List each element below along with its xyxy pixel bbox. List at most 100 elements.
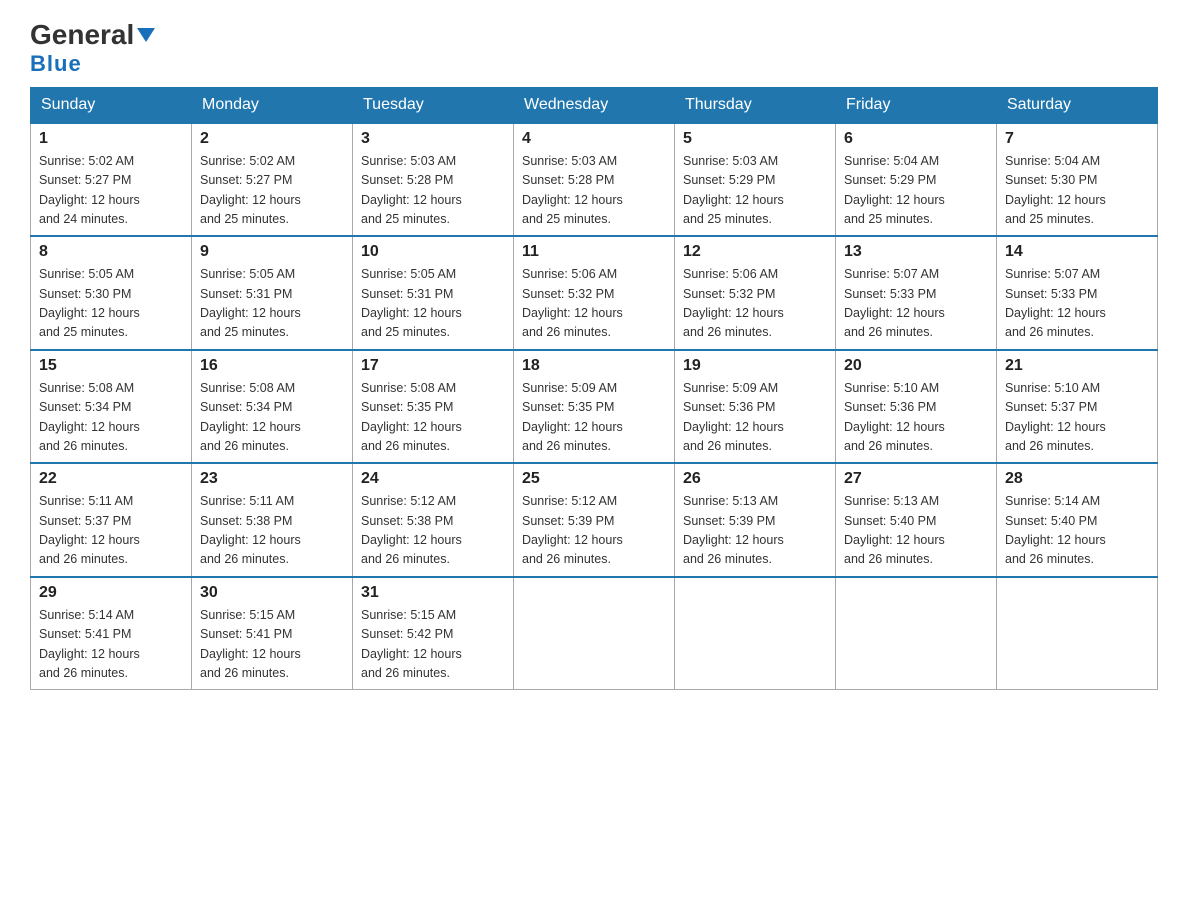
calendar-table: SundayMondayTuesdayWednesdayThursdayFrid… xyxy=(30,87,1158,691)
day-cell-22: 22 Sunrise: 5:11 AMSunset: 5:37 PMDaylig… xyxy=(31,463,192,577)
day-info: Sunrise: 5:15 AMSunset: 5:41 PMDaylight:… xyxy=(200,606,344,684)
week-row-1: 1 Sunrise: 5:02 AMSunset: 5:27 PMDayligh… xyxy=(31,123,1158,237)
day-number: 4 xyxy=(522,130,666,148)
day-cell-19: 19 Sunrise: 5:09 AMSunset: 5:36 PMDaylig… xyxy=(675,350,836,464)
day-info: Sunrise: 5:13 AMSunset: 5:39 PMDaylight:… xyxy=(683,492,827,570)
col-header-thursday: Thursday xyxy=(675,87,836,123)
logo-line2: Blue xyxy=(30,51,82,77)
day-number: 2 xyxy=(200,130,344,148)
day-cell-16: 16 Sunrise: 5:08 AMSunset: 5:34 PMDaylig… xyxy=(192,350,353,464)
day-number: 15 xyxy=(39,357,183,375)
day-number: 9 xyxy=(200,243,344,261)
day-number: 5 xyxy=(683,130,827,148)
day-info: Sunrise: 5:04 AMSunset: 5:30 PMDaylight:… xyxy=(1005,152,1149,230)
day-number: 24 xyxy=(361,470,505,488)
day-cell-26: 26 Sunrise: 5:13 AMSunset: 5:39 PMDaylig… xyxy=(675,463,836,577)
day-info: Sunrise: 5:10 AMSunset: 5:37 PMDaylight:… xyxy=(1005,379,1149,457)
day-cell-3: 3 Sunrise: 5:03 AMSunset: 5:28 PMDayligh… xyxy=(353,123,514,237)
day-cell-4: 4 Sunrise: 5:03 AMSunset: 5:28 PMDayligh… xyxy=(514,123,675,237)
day-info: Sunrise: 5:06 AMSunset: 5:32 PMDaylight:… xyxy=(683,265,827,343)
day-number: 12 xyxy=(683,243,827,261)
day-cell-11: 11 Sunrise: 5:06 AMSunset: 5:32 PMDaylig… xyxy=(514,236,675,350)
day-cell-30: 30 Sunrise: 5:15 AMSunset: 5:41 PMDaylig… xyxy=(192,577,353,690)
day-info: Sunrise: 5:03 AMSunset: 5:29 PMDaylight:… xyxy=(683,152,827,230)
day-cell-12: 12 Sunrise: 5:06 AMSunset: 5:32 PMDaylig… xyxy=(675,236,836,350)
empty-cell xyxy=(997,577,1158,690)
empty-cell xyxy=(836,577,997,690)
day-number: 20 xyxy=(844,357,988,375)
day-info: Sunrise: 5:12 AMSunset: 5:38 PMDaylight:… xyxy=(361,492,505,570)
day-number: 18 xyxy=(522,357,666,375)
day-info: Sunrise: 5:02 AMSunset: 5:27 PMDaylight:… xyxy=(200,152,344,230)
day-info: Sunrise: 5:03 AMSunset: 5:28 PMDaylight:… xyxy=(361,152,505,230)
day-cell-29: 29 Sunrise: 5:14 AMSunset: 5:41 PMDaylig… xyxy=(31,577,192,690)
day-cell-8: 8 Sunrise: 5:05 AMSunset: 5:30 PMDayligh… xyxy=(31,236,192,350)
day-cell-6: 6 Sunrise: 5:04 AMSunset: 5:29 PMDayligh… xyxy=(836,123,997,237)
empty-cell xyxy=(514,577,675,690)
day-number: 13 xyxy=(844,243,988,261)
day-number: 22 xyxy=(39,470,183,488)
day-number: 28 xyxy=(1005,470,1149,488)
day-cell-18: 18 Sunrise: 5:09 AMSunset: 5:35 PMDaylig… xyxy=(514,350,675,464)
day-number: 16 xyxy=(200,357,344,375)
day-info: Sunrise: 5:05 AMSunset: 5:31 PMDaylight:… xyxy=(200,265,344,343)
day-number: 14 xyxy=(1005,243,1149,261)
day-info: Sunrise: 5:04 AMSunset: 5:29 PMDaylight:… xyxy=(844,152,988,230)
day-info: Sunrise: 5:03 AMSunset: 5:28 PMDaylight:… xyxy=(522,152,666,230)
day-number: 11 xyxy=(522,243,666,261)
day-cell-1: 1 Sunrise: 5:02 AMSunset: 5:27 PMDayligh… xyxy=(31,123,192,237)
page-header: General Blue xyxy=(30,20,1158,77)
day-number: 10 xyxy=(361,243,505,261)
day-number: 21 xyxy=(1005,357,1149,375)
day-cell-24: 24 Sunrise: 5:12 AMSunset: 5:38 PMDaylig… xyxy=(353,463,514,577)
day-cell-2: 2 Sunrise: 5:02 AMSunset: 5:27 PMDayligh… xyxy=(192,123,353,237)
day-cell-9: 9 Sunrise: 5:05 AMSunset: 5:31 PMDayligh… xyxy=(192,236,353,350)
day-cell-31: 31 Sunrise: 5:15 AMSunset: 5:42 PMDaylig… xyxy=(353,577,514,690)
day-number: 31 xyxy=(361,584,505,602)
day-number: 23 xyxy=(200,470,344,488)
day-info: Sunrise: 5:10 AMSunset: 5:36 PMDaylight:… xyxy=(844,379,988,457)
day-cell-17: 17 Sunrise: 5:08 AMSunset: 5:35 PMDaylig… xyxy=(353,350,514,464)
day-info: Sunrise: 5:02 AMSunset: 5:27 PMDaylight:… xyxy=(39,152,183,230)
col-header-saturday: Saturday xyxy=(997,87,1158,123)
day-info: Sunrise: 5:15 AMSunset: 5:42 PMDaylight:… xyxy=(361,606,505,684)
day-info: Sunrise: 5:08 AMSunset: 5:35 PMDaylight:… xyxy=(361,379,505,457)
day-info: Sunrise: 5:14 AMSunset: 5:40 PMDaylight:… xyxy=(1005,492,1149,570)
day-info: Sunrise: 5:05 AMSunset: 5:31 PMDaylight:… xyxy=(361,265,505,343)
header-row: SundayMondayTuesdayWednesdayThursdayFrid… xyxy=(31,87,1158,123)
day-number: 30 xyxy=(200,584,344,602)
day-number: 1 xyxy=(39,130,183,148)
day-info: Sunrise: 5:14 AMSunset: 5:41 PMDaylight:… xyxy=(39,606,183,684)
week-row-5: 29 Sunrise: 5:14 AMSunset: 5:41 PMDaylig… xyxy=(31,577,1158,690)
day-info: Sunrise: 5:08 AMSunset: 5:34 PMDaylight:… xyxy=(39,379,183,457)
day-number: 27 xyxy=(844,470,988,488)
day-info: Sunrise: 5:11 AMSunset: 5:37 PMDaylight:… xyxy=(39,492,183,570)
day-cell-28: 28 Sunrise: 5:14 AMSunset: 5:40 PMDaylig… xyxy=(997,463,1158,577)
day-info: Sunrise: 5:05 AMSunset: 5:30 PMDaylight:… xyxy=(39,265,183,343)
day-number: 29 xyxy=(39,584,183,602)
week-row-3: 15 Sunrise: 5:08 AMSunset: 5:34 PMDaylig… xyxy=(31,350,1158,464)
day-number: 6 xyxy=(844,130,988,148)
day-number: 25 xyxy=(522,470,666,488)
day-info: Sunrise: 5:11 AMSunset: 5:38 PMDaylight:… xyxy=(200,492,344,570)
logo: General Blue xyxy=(30,20,155,77)
col-header-friday: Friday xyxy=(836,87,997,123)
day-number: 26 xyxy=(683,470,827,488)
col-header-sunday: Sunday xyxy=(31,87,192,123)
day-cell-15: 15 Sunrise: 5:08 AMSunset: 5:34 PMDaylig… xyxy=(31,350,192,464)
day-info: Sunrise: 5:12 AMSunset: 5:39 PMDaylight:… xyxy=(522,492,666,570)
day-number: 3 xyxy=(361,130,505,148)
col-header-wednesday: Wednesday xyxy=(514,87,675,123)
day-cell-10: 10 Sunrise: 5:05 AMSunset: 5:31 PMDaylig… xyxy=(353,236,514,350)
day-cell-20: 20 Sunrise: 5:10 AMSunset: 5:36 PMDaylig… xyxy=(836,350,997,464)
day-info: Sunrise: 5:09 AMSunset: 5:36 PMDaylight:… xyxy=(683,379,827,457)
empty-cell xyxy=(675,577,836,690)
day-info: Sunrise: 5:06 AMSunset: 5:32 PMDaylight:… xyxy=(522,265,666,343)
day-cell-23: 23 Sunrise: 5:11 AMSunset: 5:38 PMDaylig… xyxy=(192,463,353,577)
day-cell-21: 21 Sunrise: 5:10 AMSunset: 5:37 PMDaylig… xyxy=(997,350,1158,464)
day-info: Sunrise: 5:08 AMSunset: 5:34 PMDaylight:… xyxy=(200,379,344,457)
day-number: 17 xyxy=(361,357,505,375)
day-cell-14: 14 Sunrise: 5:07 AMSunset: 5:33 PMDaylig… xyxy=(997,236,1158,350)
day-cell-5: 5 Sunrise: 5:03 AMSunset: 5:29 PMDayligh… xyxy=(675,123,836,237)
day-info: Sunrise: 5:13 AMSunset: 5:40 PMDaylight:… xyxy=(844,492,988,570)
